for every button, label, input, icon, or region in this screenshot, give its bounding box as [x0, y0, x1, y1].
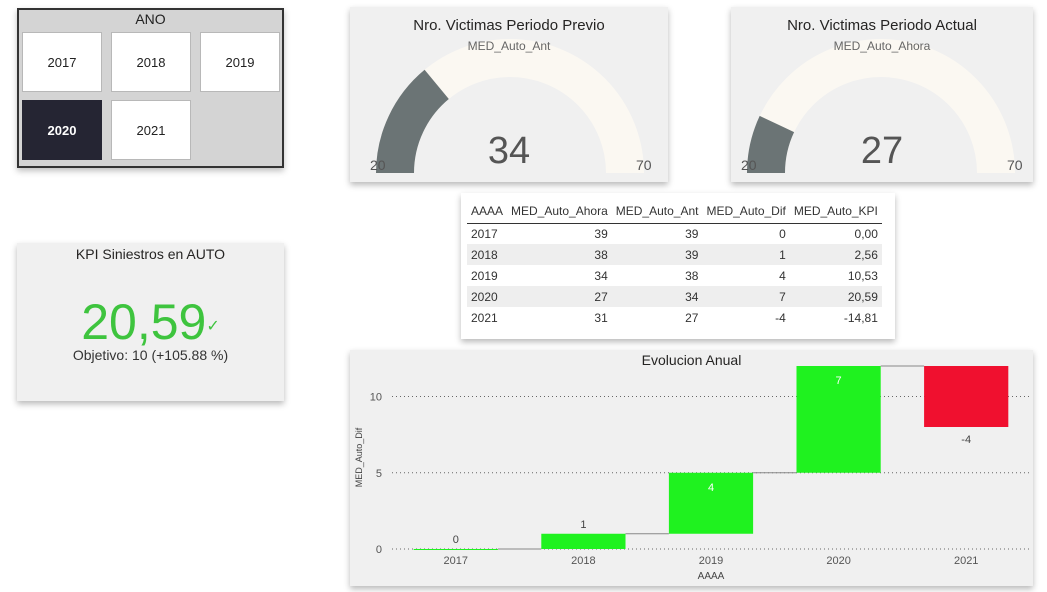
column-header[interactable]: MED_Auto_Dif [702, 199, 790, 224]
x-tick-label: 2018 [571, 555, 595, 567]
gauge-previous-title: Nro. Victimas Periodo Previo [413, 17, 605, 34]
slicer-item-2021[interactable]: 2021 [111, 100, 191, 160]
table-cell: 34 [611, 286, 703, 307]
table-header-row: AAAA MED_Auto_Ahora MED_Auto_Ant MED_Aut… [467, 199, 882, 224]
y-axis-label: MED_Auto_Dif [354, 427, 364, 487]
waterfall-bar [924, 366, 1009, 427]
x-tick-label: 2021 [954, 555, 978, 567]
table-cell: 0,00 [854, 226, 878, 241]
table-cell: 2020 [467, 286, 508, 307]
table-row: 2021 31 27 -4 -14,81 [467, 307, 882, 328]
table-cell: 39 [594, 226, 608, 241]
table-cell: 7 [702, 286, 790, 307]
checkmark-icon: ✓ [206, 317, 220, 335]
table-cell: 0 [779, 226, 786, 241]
column-header[interactable]: AAAA [467, 199, 508, 224]
year-slicer: ANO 2017 2018 2019 2020 2021 [17, 8, 284, 168]
table-cell: 2017 [471, 226, 498, 241]
table-cell: 27 [507, 286, 612, 307]
table-cell: 39 [685, 226, 699, 241]
table-cell: 10,53 [847, 268, 878, 283]
y-tick-label: 5 [376, 468, 382, 480]
table-cell: 2,56 [789, 244, 882, 265]
x-axis-label: AAAA [698, 571, 725, 582]
table-row: 2019 34 38 4 10,53 [467, 265, 882, 286]
table-cell: -14,81 [843, 310, 878, 325]
kpi-card: KPI Siniestros en AUTO 20,59✓ Objetivo: … [17, 243, 284, 401]
table-cell: 34 [594, 268, 608, 283]
gauge-previous-value: 34 [487, 130, 531, 172]
slicer-item-2019[interactable]: 2019 [200, 32, 280, 92]
table-row: 2017 39 39 0 0,00 [467, 223, 882, 244]
data-label: 1 [580, 519, 586, 531]
table-row: 2018 38 39 1 2,56 [467, 244, 882, 265]
kpi-title: KPI Siniestros en AUTO [75, 246, 226, 262]
table-row: 2020 27 34 7 20,59 [467, 286, 882, 307]
waterfall-svg: 0 5 10 MED_Auto_Dif AAAA 0 2017 1 2018 4 2019 7 2020… [354, 365, 1030, 582]
data-label: 4 [708, 482, 714, 494]
column-header[interactable]: MED_Auto_Ant [611, 199, 703, 224]
kpi-goal: Objetivo: 10 (+105.88 %) [72, 347, 229, 363]
data-label: -4 [961, 434, 971, 446]
column-header[interactable]: MED_Auto_KPI [789, 199, 882, 224]
table-cell: 1 [702, 244, 790, 265]
table-cell: 31 [594, 310, 608, 325]
x-tick-label: 2019 [699, 555, 723, 567]
table-cell: 2021 [471, 310, 498, 325]
kpi-value: 20,59 [81, 294, 207, 350]
data-table-card: AAAA MED_Auto_Ahora MED_Auto_Ant MED_Aut… [461, 193, 895, 339]
data-label: 7 [836, 375, 842, 387]
x-tick-label: 2017 [444, 555, 468, 567]
x-tick-label: 2020 [826, 555, 850, 567]
y-tick-label: 0 [376, 544, 382, 556]
table-cell: 39 [611, 244, 703, 265]
slicer-title: ANO [135, 11, 166, 27]
table-cell: -4 [775, 310, 786, 325]
waterfall-bar [541, 533, 626, 549]
table-cell: 4 [779, 268, 786, 283]
table-cell: 2018 [467, 244, 508, 265]
waterfall-bar [413, 549, 498, 550]
column-header[interactable]: MED_Auto_Ahora [507, 199, 612, 224]
data-table: AAAA MED_Auto_Ahora MED_Auto_Ant MED_Aut… [467, 199, 882, 328]
gauge-current-subtitle: MED_Auto_Ahora [833, 39, 931, 53]
slicer-item-2020[interactable]: 2020 [22, 100, 102, 160]
gauge-previous-period: Nro. Victimas Periodo Previo MED_Auto_An… [350, 7, 668, 182]
table-cell: 27 [685, 310, 699, 325]
gauge-current-title: Nro. Victimas Periodo Actual [787, 17, 977, 34]
table-cell: 20,59 [789, 286, 882, 307]
kpi-value-wrap: 20,59✓ [17, 293, 284, 351]
table-cell: 38 [507, 244, 612, 265]
table-cell: 38 [685, 268, 699, 283]
gauge-previous-subtitle: MED_Auto_Ant [467, 39, 551, 53]
y-tick-label: 10 [370, 392, 382, 404]
gauge-current-value: 27 [860, 130, 904, 172]
slicer-item-2017[interactable]: 2017 [22, 32, 102, 92]
gauge-current-period: Nro. Victimas Periodo Actual MED_Auto_Ah… [731, 7, 1033, 182]
waterfall-chart: Evolucion Anual 0 5 10 MED_Auto_Dif AAAA 0 201… [350, 350, 1033, 586]
data-label: 0 [453, 534, 459, 546]
table-cell: 2019 [471, 268, 498, 283]
slicer-item-2018[interactable]: 2018 [111, 32, 191, 92]
